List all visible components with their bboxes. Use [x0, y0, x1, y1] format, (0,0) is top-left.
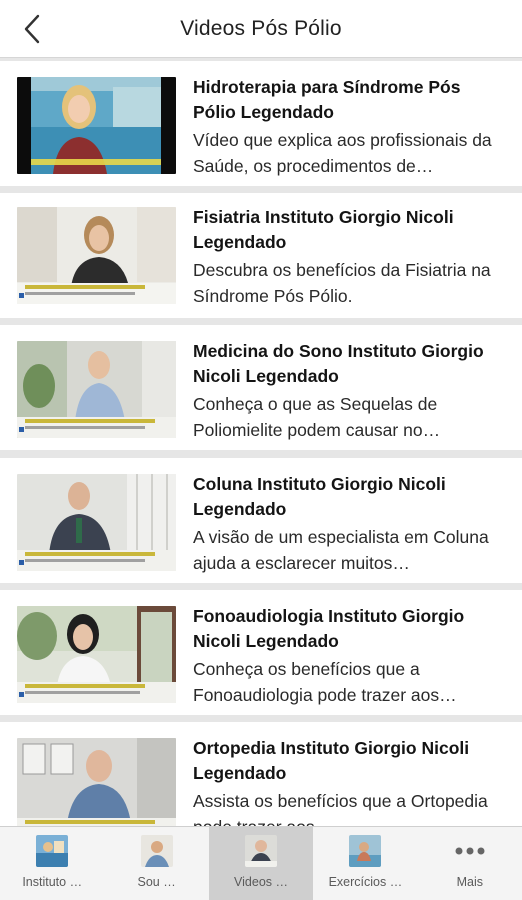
video-title: Fonoaudiologia Instituto Giorgio Nicoli …: [193, 606, 465, 651]
page-title: Videos Pós Pólio: [180, 16, 342, 40]
tab-videos[interactable]: Videos …: [208, 827, 314, 900]
exercicios-thumbnail-icon: [349, 835, 382, 867]
tab-sou[interactable]: Sou …: [104, 827, 208, 900]
video-title: Ortopedia Instituto Giorgio Nicoli Legen…: [193, 738, 470, 783]
chevron-left-icon: [24, 14, 40, 44]
app-screen: Videos Pós Pólio Hidroterapia para Síndr…: [0, 0, 522, 900]
tab-label: Sou …: [137, 875, 176, 889]
video-item-fisiatria[interactable]: Fisiatria Instituto Giorgio Nicoli Legen…: [0, 193, 522, 318]
video-item-ortopedia[interactable]: Ortopedia Instituto Giorgio Nicoli Legen…: [0, 722, 522, 826]
header-bar: Videos Pós Pólio: [0, 0, 522, 58]
video-title: Hidroterapia para Síndrome Pós Pólio Leg…: [193, 77, 461, 122]
back-button[interactable]: [14, 11, 50, 47]
video-title: Coluna Instituto Giorgio Nicoli Legendad…: [193, 474, 446, 519]
video-description: Descubra os benefícios da Fisiatria na S…: [193, 260, 491, 306]
video-item-fonoaudiologia[interactable]: Fonoaudiologia Instituto Giorgio Nicoli …: [0, 590, 522, 715]
video-description: Vídeo que explica aos profissionais da S…: [193, 130, 492, 176]
instituto-thumbnail-icon: [36, 835, 69, 867]
video-thumbnail[interactable]: [17, 207, 176, 304]
tab-label: Videos …: [234, 875, 288, 889]
tab-label: Mais: [456, 875, 484, 889]
video-thumbnail[interactable]: [17, 77, 176, 174]
video-thumbnail[interactable]: [17, 474, 176, 571]
video-title: Fisiatria Instituto Giorgio Nicoli Legen…: [193, 207, 454, 252]
more-dots-icon: [454, 835, 486, 867]
sou-thumbnail-icon: [140, 835, 173, 867]
bottom-tab-bar: Instituto … Sou … Videos … Exercícios … …: [0, 826, 522, 900]
video-item-coluna[interactable]: Coluna Instituto Giorgio Nicoli Legendad…: [0, 458, 522, 583]
video-description: Conheça os benefícios que a Fonoaudiolog…: [193, 659, 457, 705]
video-thumbnail[interactable]: [17, 341, 176, 438]
tab-mais[interactable]: Mais: [418, 827, 522, 900]
video-description: Conheça o que as Sequelas de Poliomielit…: [193, 394, 441, 440]
tab-label: Instituto …: [22, 875, 83, 889]
video-thumbnail[interactable]: [17, 606, 176, 703]
tab-instituto[interactable]: Instituto …: [0, 827, 104, 900]
tab-label: Exercícios …: [328, 875, 403, 889]
videos-thumbnail-icon: [245, 835, 278, 867]
video-item-hidroterapia[interactable]: Hidroterapia para Síndrome Pós Pólio Leg…: [0, 61, 522, 186]
tab-exercicios[interactable]: Exercícios …: [313, 827, 417, 900]
video-title: Medicina do Sono Instituto Giorgio Nicol…: [193, 341, 484, 386]
video-description: Assista os benefícios que a Ortopedia po…: [193, 791, 488, 826]
video-thumbnail[interactable]: [17, 738, 176, 826]
video-list[interactable]: Hidroterapia para Síndrome Pós Pólio Leg…: [0, 58, 522, 826]
video-description: A visão de um especialista em Coluna aju…: [193, 527, 489, 573]
video-item-medicina-do-sono[interactable]: Medicina do Sono Instituto Giorgio Nicol…: [0, 325, 522, 450]
